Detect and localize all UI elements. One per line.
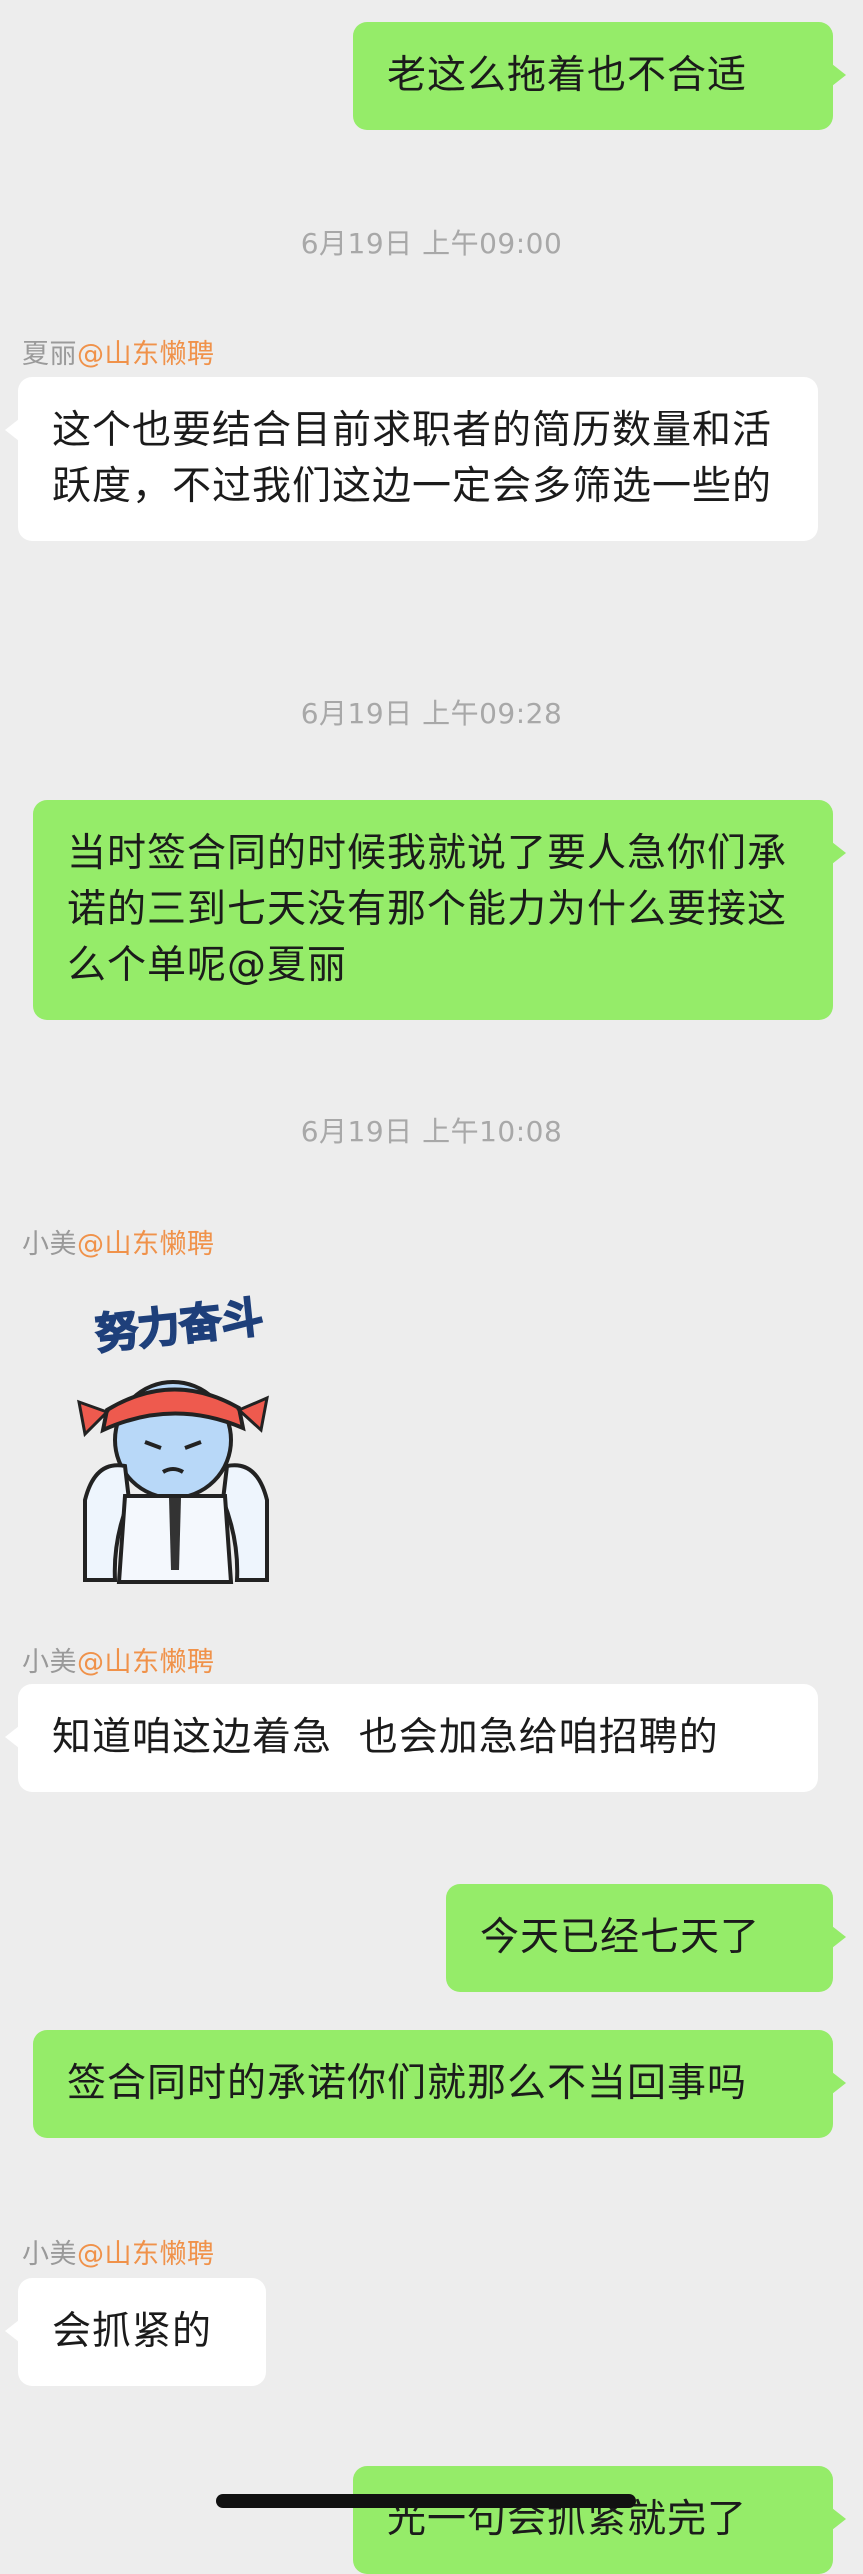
home-indicator[interactable] <box>216 2494 636 2508</box>
message-text: 今天已经七天了 <box>480 1915 761 1960</box>
outgoing-message[interactable]: 今天已经七天了 <box>446 1884 846 1992</box>
timestamp: 6月19日 上午09:28 <box>300 697 563 730</box>
message-text: 老这么拖着也不合适 <box>387 53 748 98</box>
sticker[interactable]: 努力奋斗 <box>55 1290 305 1590</box>
message-text: 当时签合同的时候我就说了要人急你们承诺的三到七天没有那个能力为什么要接这么个单呢… <box>67 831 788 988</box>
incoming-message[interactable]: 这个也要结合目前求职者的简历数量和活跃度，不过我们这边一定会多筛选一些的 <box>5 377 818 541</box>
sender-org: @山东懒聘 <box>77 1647 215 1678</box>
sender-org: @山东懒聘 <box>77 1229 215 1260</box>
message-text: 知道咱这边着急 也会加急给咱招聘的 <box>52 1715 719 1760</box>
sender-name: 小美@山东懒聘 <box>22 1647 215 1678</box>
sender-name: 小美@山东懒聘 <box>22 1229 215 1260</box>
outgoing-message[interactable]: 光一句会抓紧就完了 <box>353 2466 846 2574</box>
outgoing-message[interactable]: 老这么拖着也不合适 <box>353 22 846 130</box>
outgoing-message[interactable]: 当时签合同的时候我就说了要人急你们承诺的三到七天没有那个能力为什么要接这么个单呢… <box>33 800 846 1020</box>
message-text: 这个也要结合目前求职者的简历数量和活跃度，不过我们这边一定会多筛选一些的 <box>52 408 773 509</box>
sender-name: 小美@山东懒聘 <box>22 2239 215 2270</box>
timestamp: 6月19日 上午10:08 <box>300 1115 563 1148</box>
incoming-message[interactable]: 知道咱这边着急 也会加急给咱招聘的 <box>5 1684 818 1792</box>
timestamp: 6月19日 上午09:00 <box>300 227 563 260</box>
sticker-image: 努力奋斗 <box>77 1291 269 1584</box>
sender-org: @山东懒聘 <box>77 2239 215 2270</box>
outgoing-message[interactable]: 签合同时的承诺你们就那么不当回事吗 <box>33 2030 846 2138</box>
sender-org: @山东懒聘 <box>77 339 215 370</box>
sender-name: 夏丽@山东懒聘 <box>22 339 215 370</box>
sticker-caption: 努力奋斗 <box>93 1292 265 1358</box>
message-text: 签合同时的承诺你们就那么不当回事吗 <box>67 2061 748 2106</box>
message-text: 会抓紧的 <box>52 2309 213 2354</box>
incoming-message[interactable]: 会抓紧的 <box>5 2278 266 2386</box>
